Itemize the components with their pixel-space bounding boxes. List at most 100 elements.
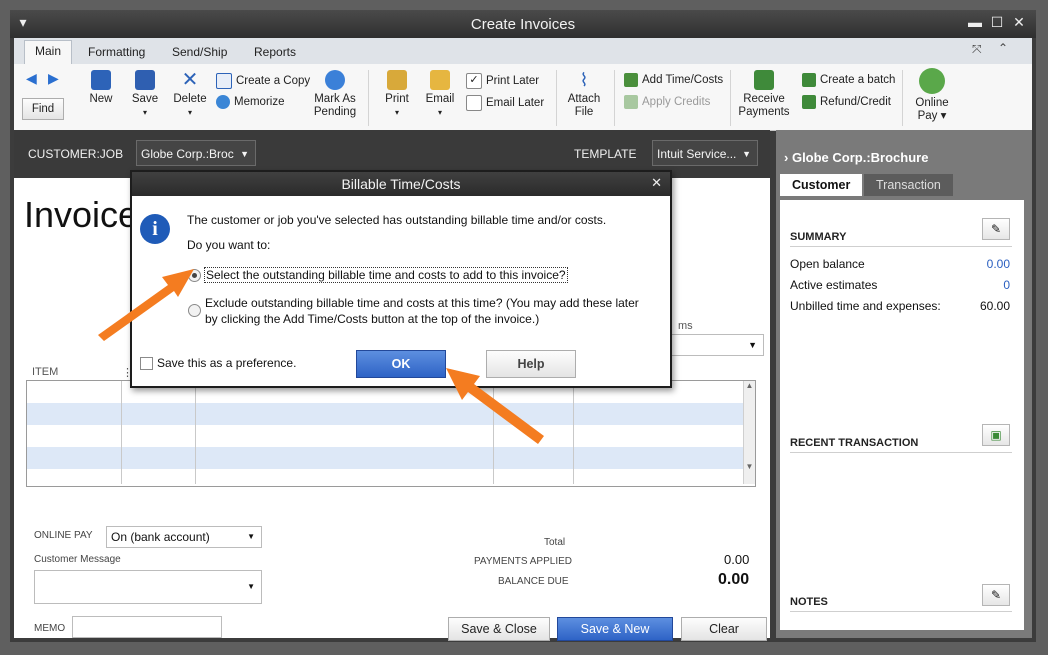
chevron-down-icon: ▼ <box>240 149 249 159</box>
receive-payments-icon <box>754 70 774 90</box>
add-time-costs-icon <box>624 73 638 87</box>
print-button[interactable]: Print ▾ <box>382 70 412 119</box>
tab-reports[interactable]: Reports <box>244 42 306 64</box>
template-dropdown[interactable]: Intuit Service... ▼ <box>652 140 758 166</box>
delete-button[interactable]: ✕ Delete ▾ <box>172 70 208 119</box>
attach-file-button[interactable]: ⌇ Attach File <box>566 70 602 119</box>
batch-icon <box>802 73 816 87</box>
ribbon-divider <box>730 70 731 126</box>
clear-button[interactable]: Clear <box>681 617 767 641</box>
close-icon[interactable]: ✕ <box>1010 14 1028 31</box>
email-later-checkbox[interactable]: Email Later <box>466 95 544 111</box>
chevron-down-icon: ▼ <box>247 532 255 541</box>
create-copy-button[interactable]: Create a Copy <box>216 73 310 89</box>
minimize-icon[interactable]: ▬ <box>966 14 984 30</box>
save-new-button[interactable]: Save & New <box>557 617 673 641</box>
total-label: Total <box>544 537 566 548</box>
online-pay-button[interactable]: Online Pay ▾ <box>912 68 952 123</box>
dialog-question: Do you want to: <box>187 238 271 252</box>
panel-header[interactable]: › Globe Corp.:Brochure <box>784 150 928 165</box>
tab-send-ship[interactable]: Send/Ship <box>162 42 237 64</box>
open-balance-row: Open balance 0.00 <box>790 257 1010 271</box>
save-close-button[interactable]: Save & Close <box>448 617 550 641</box>
select-billable-label[interactable]: Select the outstanding billable time and… <box>204 267 568 283</box>
memorize-button[interactable]: Memorize <box>216 95 284 109</box>
memo-label: MEMO <box>34 623 66 634</box>
info-icon: i <box>140 214 170 244</box>
recent-transaction-heading: RECENT TRANSACTION <box>790 437 919 449</box>
mark-as-pending-button[interactable]: Mark As Pending <box>312 70 358 119</box>
quick-report-icon[interactable]: ▣ <box>982 424 1010 446</box>
customer-job-label: CUSTOMER:JOB <box>28 147 124 161</box>
expand-icon[interactable]: ⤧ <box>972 42 982 57</box>
dialog-close-icon[interactable]: ✕ <box>651 175 662 191</box>
annotation-arrow-icon <box>98 269 194 341</box>
billable-time-costs-dialog: Billable Time/Costs ✕ i The customer or … <box>130 170 672 388</box>
tab-transaction[interactable]: Transaction <box>864 174 953 196</box>
edit-notes-pencil-icon[interactable]: ✎ <box>982 584 1010 606</box>
save-icon <box>135 70 155 90</box>
unchecked-box-icon <box>466 95 482 111</box>
summary-heading: SUMMARY <box>790 231 847 243</box>
printer-icon <box>387 70 407 90</box>
print-later-checkbox[interactable]: ✓ Print Later <box>466 73 539 89</box>
create-batch-button[interactable]: Create a batch <box>802 73 895 87</box>
collapse-ribbon-icon[interactable]: ⌃ <box>998 41 1008 55</box>
ribbon-divider <box>614 70 615 126</box>
copy-icon <box>216 73 232 89</box>
checkmark-icon <box>325 70 345 90</box>
find-button[interactable]: Find <box>22 98 64 120</box>
unbilled-row: Unbilled time and expenses: 60.00 <box>790 299 1010 313</box>
online-pay-dropdown[interactable]: On (bank account) ▼ <box>106 526 262 548</box>
customer-message-label: Customer Message <box>34 554 121 565</box>
delete-x-icon: ✕ <box>181 69 199 91</box>
divider <box>790 611 1012 612</box>
online-pay-icon <box>919 68 945 94</box>
notes-heading: NOTES <box>790 596 828 608</box>
tab-customer[interactable]: Customer <box>780 174 863 196</box>
memorize-icon <box>216 95 230 109</box>
save-preference-label[interactable]: Save this as a preference. <box>157 356 296 370</box>
save-button[interactable]: Save ▾ <box>130 70 160 119</box>
new-button[interactable]: New <box>88 70 114 106</box>
terms-label: ms <box>678 320 693 332</box>
chevron-down-icon: ▼ <box>748 340 757 350</box>
apply-credits-icon <box>624 95 638 109</box>
previous-arrow-icon[interactable]: ◀ <box>26 70 37 87</box>
new-icon <box>91 70 111 90</box>
table-row[interactable] <box>27 425 755 447</box>
customer-message-dropdown[interactable]: ▼ <box>34 570 262 604</box>
divider <box>790 452 1012 453</box>
customer-job-dropdown[interactable]: Globe Corp.:Broc ▼ <box>136 140 256 166</box>
tab-main[interactable]: Main <box>24 40 73 65</box>
exclude-billable-label-line2[interactable]: by clicking the Add Time/Costs button at… <box>205 312 539 326</box>
refund-icon <box>802 95 816 109</box>
maximize-icon[interactable]: ☐ <box>988 14 1006 31</box>
balance-due-value: 0.00 <box>718 571 750 588</box>
paperclip-icon: ⌇ <box>579 70 589 90</box>
apply-credits-button[interactable]: Apply Credits <box>624 95 710 109</box>
exclude-billable-label-line1[interactable]: Exclude outstanding billable time and co… <box>205 296 639 310</box>
add-time-costs-button[interactable]: Add Time/Costs <box>624 73 723 87</box>
email-button[interactable]: Email ▾ <box>424 70 456 119</box>
refund-credit-button[interactable]: Refund/Credit <box>802 95 891 109</box>
arrow-shape <box>446 368 544 444</box>
save-preference-checkbox[interactable] <box>140 357 153 370</box>
table-scrollbar[interactable]: ▲ ▼ <box>743 381 755 484</box>
receive-payments-button[interactable]: Receive Payments <box>738 70 790 119</box>
panel-content: SUMMARY ✎ Open balance 0.00 Active estim… <box>780 200 1024 630</box>
edit-pencil-icon[interactable]: ✎ <box>982 218 1010 240</box>
annotation-arrow-icon <box>446 368 544 444</box>
column-divider <box>573 381 574 484</box>
tab-formatting[interactable]: Formatting <box>78 42 155 64</box>
memo-field[interactable] <box>72 616 222 638</box>
line-items-table[interactable]: ▲ ▼ <box>26 380 756 487</box>
ok-button[interactable]: OK <box>356 350 446 378</box>
ribbon-tabs: Main Formatting Send/Ship Reports ⤧ ⌃ <box>14 38 1032 65</box>
checked-box-icon: ✓ <box>466 73 482 89</box>
ribbon-divider <box>556 70 557 126</box>
table-row[interactable] <box>27 447 755 469</box>
table-row[interactable] <box>27 403 755 425</box>
arrow-shape <box>98 269 194 341</box>
next-arrow-icon[interactable]: ▶ <box>48 70 59 87</box>
